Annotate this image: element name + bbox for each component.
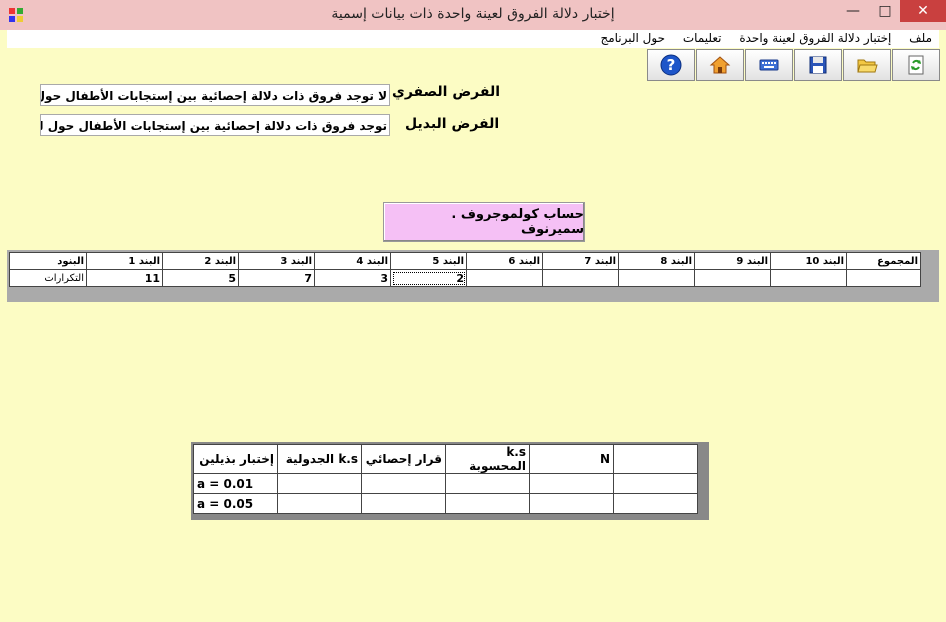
results-row: a = 0.01 xyxy=(193,473,698,494)
alpha-label: a = 0.05 xyxy=(193,493,278,514)
frequency-row: التكرارات 11 5 7 3 2 xyxy=(9,269,921,287)
results-col-header: إختبار بذيلين xyxy=(193,444,278,474)
column-header: البند 6 xyxy=(466,252,543,270)
window-title: إختبار دلالة الفروق لعينة واحدة ذات بيان… xyxy=(331,6,615,22)
calculate-ks-button[interactable]: حساب كولموجروف . سميرنوف xyxy=(383,202,585,242)
save-button[interactable] xyxy=(794,49,842,81)
freq-cell[interactable] xyxy=(694,269,771,287)
results-header: إختبار بذيلين k.s الجدولية قرار إحصائي k… xyxy=(193,444,698,474)
menu-file[interactable]: ملف xyxy=(902,30,939,46)
column-header: البند 3 xyxy=(238,252,315,270)
keyboard-icon xyxy=(759,59,779,71)
maximize-button[interactable]: □ xyxy=(870,0,900,22)
help-glyph: ? xyxy=(667,56,676,74)
freq-cell-total[interactable] xyxy=(846,269,921,287)
results-col-header: N xyxy=(529,444,614,474)
column-header: البند 9 xyxy=(694,252,771,270)
close-button[interactable]: ✕ xyxy=(900,0,946,22)
freq-cell[interactable]: 7 xyxy=(238,269,315,287)
freq-cell[interactable] xyxy=(542,269,619,287)
freq-cell[interactable] xyxy=(466,269,543,287)
result-cell[interactable] xyxy=(445,473,530,494)
frequency-grid: البنود البند 1 البند 2 البند 3 البند 4 ا… xyxy=(7,250,939,302)
refresh-button[interactable] xyxy=(892,49,940,81)
home-button[interactable] xyxy=(696,49,744,81)
open-folder-icon xyxy=(857,59,878,73)
results-col-header xyxy=(613,444,698,474)
row-header-label: البنود xyxy=(9,252,87,270)
freq-cell[interactable]: 11 xyxy=(86,269,163,287)
null-hypothesis-label: الفرض الصفري xyxy=(392,84,501,100)
column-header: البند 10 xyxy=(770,252,847,270)
open-folder-button[interactable] xyxy=(843,49,891,81)
results-grid: إختبار بذيلين k.s الجدولية قرار إحصائي k… xyxy=(191,442,709,520)
toolbar: ? xyxy=(646,49,940,81)
column-header: البند 4 xyxy=(314,252,391,270)
result-cell[interactable] xyxy=(529,473,614,494)
menu-instructions[interactable]: تعليمات xyxy=(676,30,729,46)
result-cell[interactable] xyxy=(277,473,362,494)
menu-about[interactable]: حول البرنامج xyxy=(593,30,672,46)
column-header: البند 1 xyxy=(86,252,163,270)
results-col-header: قرار إحصائي xyxy=(361,444,446,474)
result-cell[interactable] xyxy=(361,473,446,494)
alt-hypothesis-field[interactable]: توجد فروق ذات دلالة إحصائية بين إستجابات… xyxy=(40,114,390,136)
null-hypothesis-field[interactable]: لا توجد فروق ذات دلالة إحصائية بين إستجا… xyxy=(40,84,390,106)
help-button[interactable]: ? xyxy=(647,49,695,81)
result-cell[interactable] xyxy=(277,493,362,514)
minimize-button[interactable]: — xyxy=(838,0,868,22)
menu-one-sample-test[interactable]: إختبار دلالة الفروق لعينة واحدة xyxy=(732,30,898,46)
freq-cell[interactable]: 3 xyxy=(314,269,391,287)
freq-cell-selected[interactable]: 2 xyxy=(390,269,467,287)
results-row: a = 0.05 xyxy=(193,493,698,514)
menu-bar: ملف إختبار دلالة الفروق لعينة واحدة تعلي… xyxy=(7,30,939,48)
results-col-header: k.s المحسوبة xyxy=(445,444,530,474)
keyboard-button[interactable] xyxy=(745,49,793,81)
column-header: البند 8 xyxy=(618,252,695,270)
title-bar: إختبار دلالة الفروق لعينة واحدة ذات بيان… xyxy=(0,0,946,30)
column-header: البند 5 xyxy=(390,252,467,270)
freq-cell[interactable] xyxy=(770,269,847,287)
results-col-header: k.s الجدولية xyxy=(277,444,362,474)
result-cell[interactable] xyxy=(361,493,446,514)
result-cell[interactable] xyxy=(613,493,698,514)
help-icon: ? xyxy=(660,54,682,76)
freq-cell[interactable]: 5 xyxy=(162,269,239,287)
result-cell[interactable] xyxy=(613,473,698,494)
alpha-label: a = 0.01 xyxy=(193,473,278,494)
result-cell[interactable] xyxy=(445,493,530,514)
column-header: البند 2 xyxy=(162,252,239,270)
result-cell[interactable] xyxy=(529,493,614,514)
row-label: التكرارات xyxy=(9,269,87,287)
home-icon xyxy=(709,56,731,74)
frequency-grid-header: البنود البند 1 البند 2 البند 3 البند 4 ا… xyxy=(9,252,921,270)
freq-cell[interactable] xyxy=(618,269,695,287)
refresh-icon xyxy=(908,55,924,75)
column-header: البند 7 xyxy=(542,252,619,270)
alt-hypothesis-label: الفرض البديل xyxy=(405,116,500,132)
save-icon xyxy=(809,56,827,74)
column-header-total: المجموع xyxy=(846,252,921,270)
